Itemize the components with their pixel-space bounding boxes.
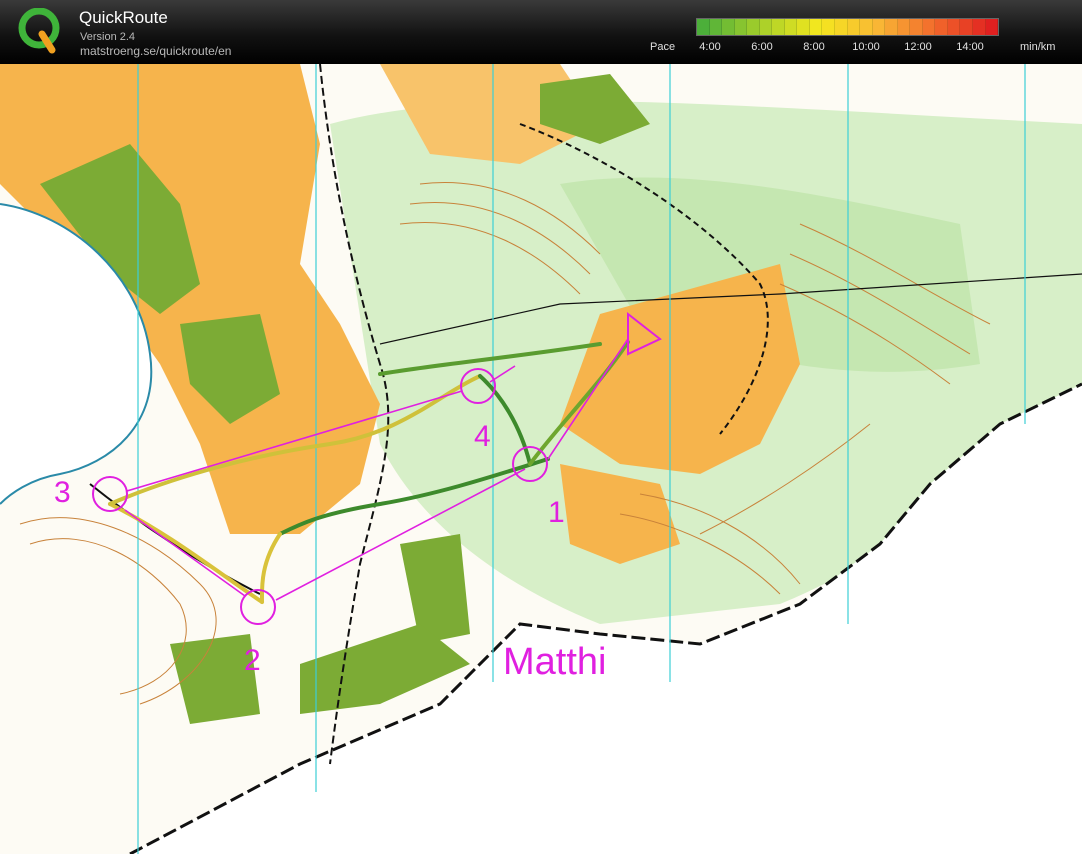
pace-color-segment: [860, 19, 873, 35]
app-url[interactable]: matstroeng.se/quickroute/en: [80, 44, 231, 58]
pace-tick: 6:00: [751, 41, 773, 53]
control-number-4: 4: [474, 420, 491, 453]
pace-label: Pace: [650, 41, 676, 53]
pace-color-segment: [697, 19, 710, 35]
app-version: Version 2.4: [80, 31, 136, 43]
pace-tick: 8:00: [803, 41, 825, 53]
pace-color-segment: [897, 19, 911, 35]
pace-color-segment: [797, 19, 810, 35]
pace-color-segment: [985, 19, 999, 35]
control-number-2: 2: [244, 644, 261, 677]
pace-color-bar: [696, 18, 999, 36]
pace-color-segment: [822, 19, 836, 35]
pace-color-segment: [747, 19, 760, 35]
pace-tick: 4:00: [699, 41, 721, 53]
pace-color-segment: [885, 19, 898, 35]
map-canvas: 1 2 3 4 Matthi: [0, 64, 1082, 854]
orienteering-map[interactable]: 1 2 3 4 Matthi: [0, 64, 1082, 854]
pace-color-segment: [872, 19, 886, 35]
pace-color-segment: [709, 19, 723, 35]
pace-color-segment: [784, 19, 798, 35]
runner-name: Matthi: [503, 641, 606, 683]
app-header: QuickRoute Version 2.4 matstroeng.se/qui…: [0, 0, 1082, 64]
pace-tick: 12:00: [904, 41, 932, 53]
pace-color-segment: [973, 19, 986, 35]
quickroute-logo-icon: [18, 8, 60, 54]
control-number-3: 3: [54, 476, 71, 509]
pace-color-segment: [835, 19, 848, 35]
pace-color-segment: [734, 19, 748, 35]
pace-tick: 10:00: [852, 41, 880, 53]
pace-tick: 14:00: [956, 41, 984, 53]
pace-color-segment: [772, 19, 785, 35]
app-title: QuickRoute: [79, 8, 168, 27]
pace-color-segment: [809, 19, 823, 35]
pace-color-segment: [910, 19, 923, 35]
pace-color-segment: [759, 19, 773, 35]
pace-color-segment: [847, 19, 861, 35]
pace-color-segment: [922, 19, 936, 35]
pace-color-segment: [722, 19, 735, 35]
pace-color-segment: [947, 19, 961, 35]
pace-unit: min/km: [1020, 41, 1056, 53]
pace-color-segment: [960, 19, 974, 35]
control-number-1: 1: [548, 496, 565, 529]
pace-color-segment: [935, 19, 948, 35]
